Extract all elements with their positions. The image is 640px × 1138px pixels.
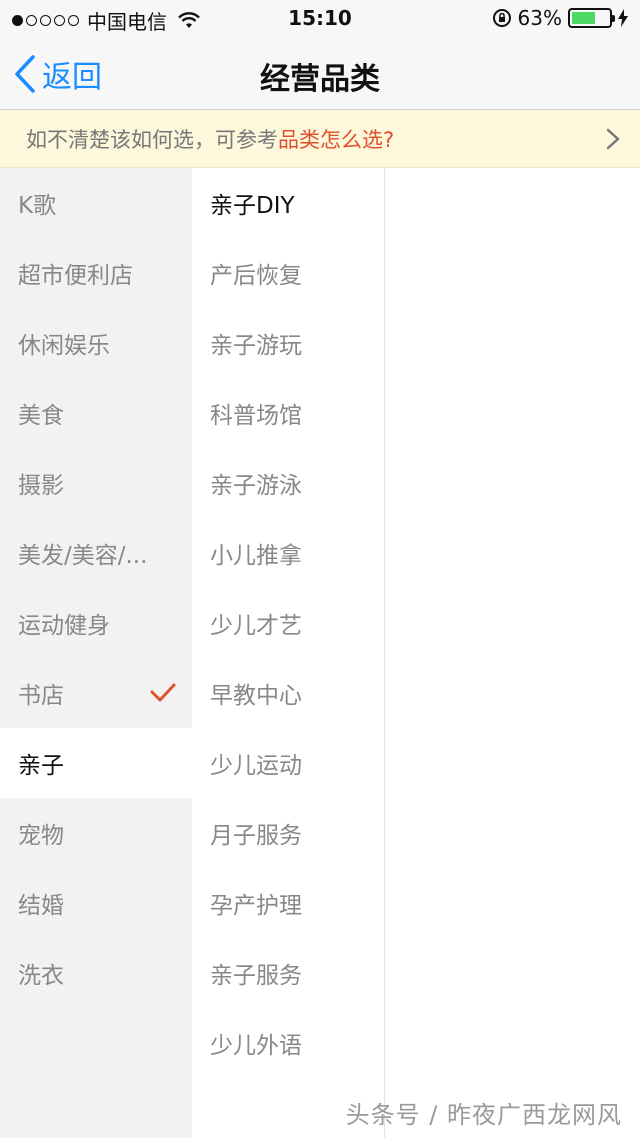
category-label: 超市便利店 xyxy=(18,263,133,289)
subcategory-item[interactable]: 亲子游玩 xyxy=(192,308,384,378)
chevron-right-icon xyxy=(606,128,620,150)
category-item[interactable]: 洗衣 xyxy=(0,938,192,1008)
subcategory-item[interactable]: 早教中心 xyxy=(192,658,384,728)
subcategory-item[interactable]: 科普场馆 xyxy=(192,378,384,448)
category-label: 亲子 xyxy=(18,753,64,779)
category-tip-banner[interactable]: 如不清楚该如何选，可参考 品类怎么选? xyxy=(0,110,640,168)
category-label: 运动健身 xyxy=(18,613,110,639)
subcategory-item[interactable]: 小儿推拿 xyxy=(192,518,384,588)
navigation-bar: 返回 经营品类 xyxy=(0,36,640,110)
category-label: 美发/美容/... xyxy=(18,543,148,569)
subcategory-list: 亲子DIY 产后恢复 亲子游玩 科普场馆 亲子游泳 小儿推拿 少儿才艺 早教中心 少儿运动 月子服… xyxy=(192,168,385,1138)
category-label: 洗衣 xyxy=(18,963,64,989)
subcategory-item[interactable]: 月子服务 xyxy=(192,798,384,868)
checkmark-icon xyxy=(150,683,176,702)
status-right: 63% xyxy=(492,6,628,30)
subcategory-item[interactable]: 亲子DIY xyxy=(192,168,384,238)
category-item[interactable]: 美食 xyxy=(0,378,192,448)
detail-panel xyxy=(385,168,640,1138)
category-item[interactable]: K歌 xyxy=(0,168,192,238)
category-label: 休闲娱乐 xyxy=(18,333,110,359)
tip-text: 如不清楚该如何选，可参考 xyxy=(26,127,278,152)
subcategory-item[interactable]: 少儿外语 xyxy=(192,1008,384,1078)
subcategory-item[interactable]: 产后恢复 xyxy=(192,238,384,308)
category-item[interactable]: 休闲娱乐 xyxy=(0,308,192,378)
category-label: 美食 xyxy=(18,403,64,429)
battery-icon xyxy=(568,8,615,28)
category-item[interactable]: 宠物 xyxy=(0,798,192,868)
battery-fill xyxy=(572,12,595,24)
orientation-lock-icon xyxy=(492,9,511,27)
subcategory-item[interactable]: 亲子服务 xyxy=(192,938,384,1008)
tip-link[interactable]: 品类怎么选? xyxy=(278,124,394,154)
charging-bolt-icon xyxy=(618,9,628,27)
page-title: 经营品类 xyxy=(260,62,380,97)
category-label: 宠物 xyxy=(18,823,64,849)
subcategory-item[interactable]: 少儿运动 xyxy=(192,728,384,798)
watermark-text: 头条号 / 昨夜广西龙网风 xyxy=(345,1101,622,1129)
category-label: 摄影 xyxy=(18,473,64,499)
battery-percent: 63% xyxy=(517,6,562,30)
category-label: 书店 xyxy=(18,683,64,709)
category-item[interactable]: 美发/美容/... xyxy=(0,518,192,588)
category-item[interactable]: 运动健身 xyxy=(0,588,192,658)
category-item[interactable]: 亲子 xyxy=(0,728,192,798)
subcategory-item[interactable]: 亲子游泳 xyxy=(192,448,384,518)
category-item[interactable]: 结婚 xyxy=(0,868,192,938)
subcategory-item[interactable]: 少儿才艺 xyxy=(192,588,384,658)
category-item[interactable]: 超市便利店 xyxy=(0,238,192,308)
category-list: K歌超市便利店休闲娱乐美食摄影美发/美容/... 运动健身书店亲子宠物结婚洗衣 xyxy=(0,168,192,1138)
category-label: K歌 xyxy=(18,193,57,219)
status-bar: 中国电信 15:10 63% xyxy=(0,0,640,36)
category-item[interactable]: 摄影 xyxy=(0,448,192,518)
category-label: 结婚 xyxy=(18,893,64,919)
subcategory-item[interactable]: 孕产护理 xyxy=(192,868,384,938)
category-item[interactable]: 书店 xyxy=(0,658,192,728)
